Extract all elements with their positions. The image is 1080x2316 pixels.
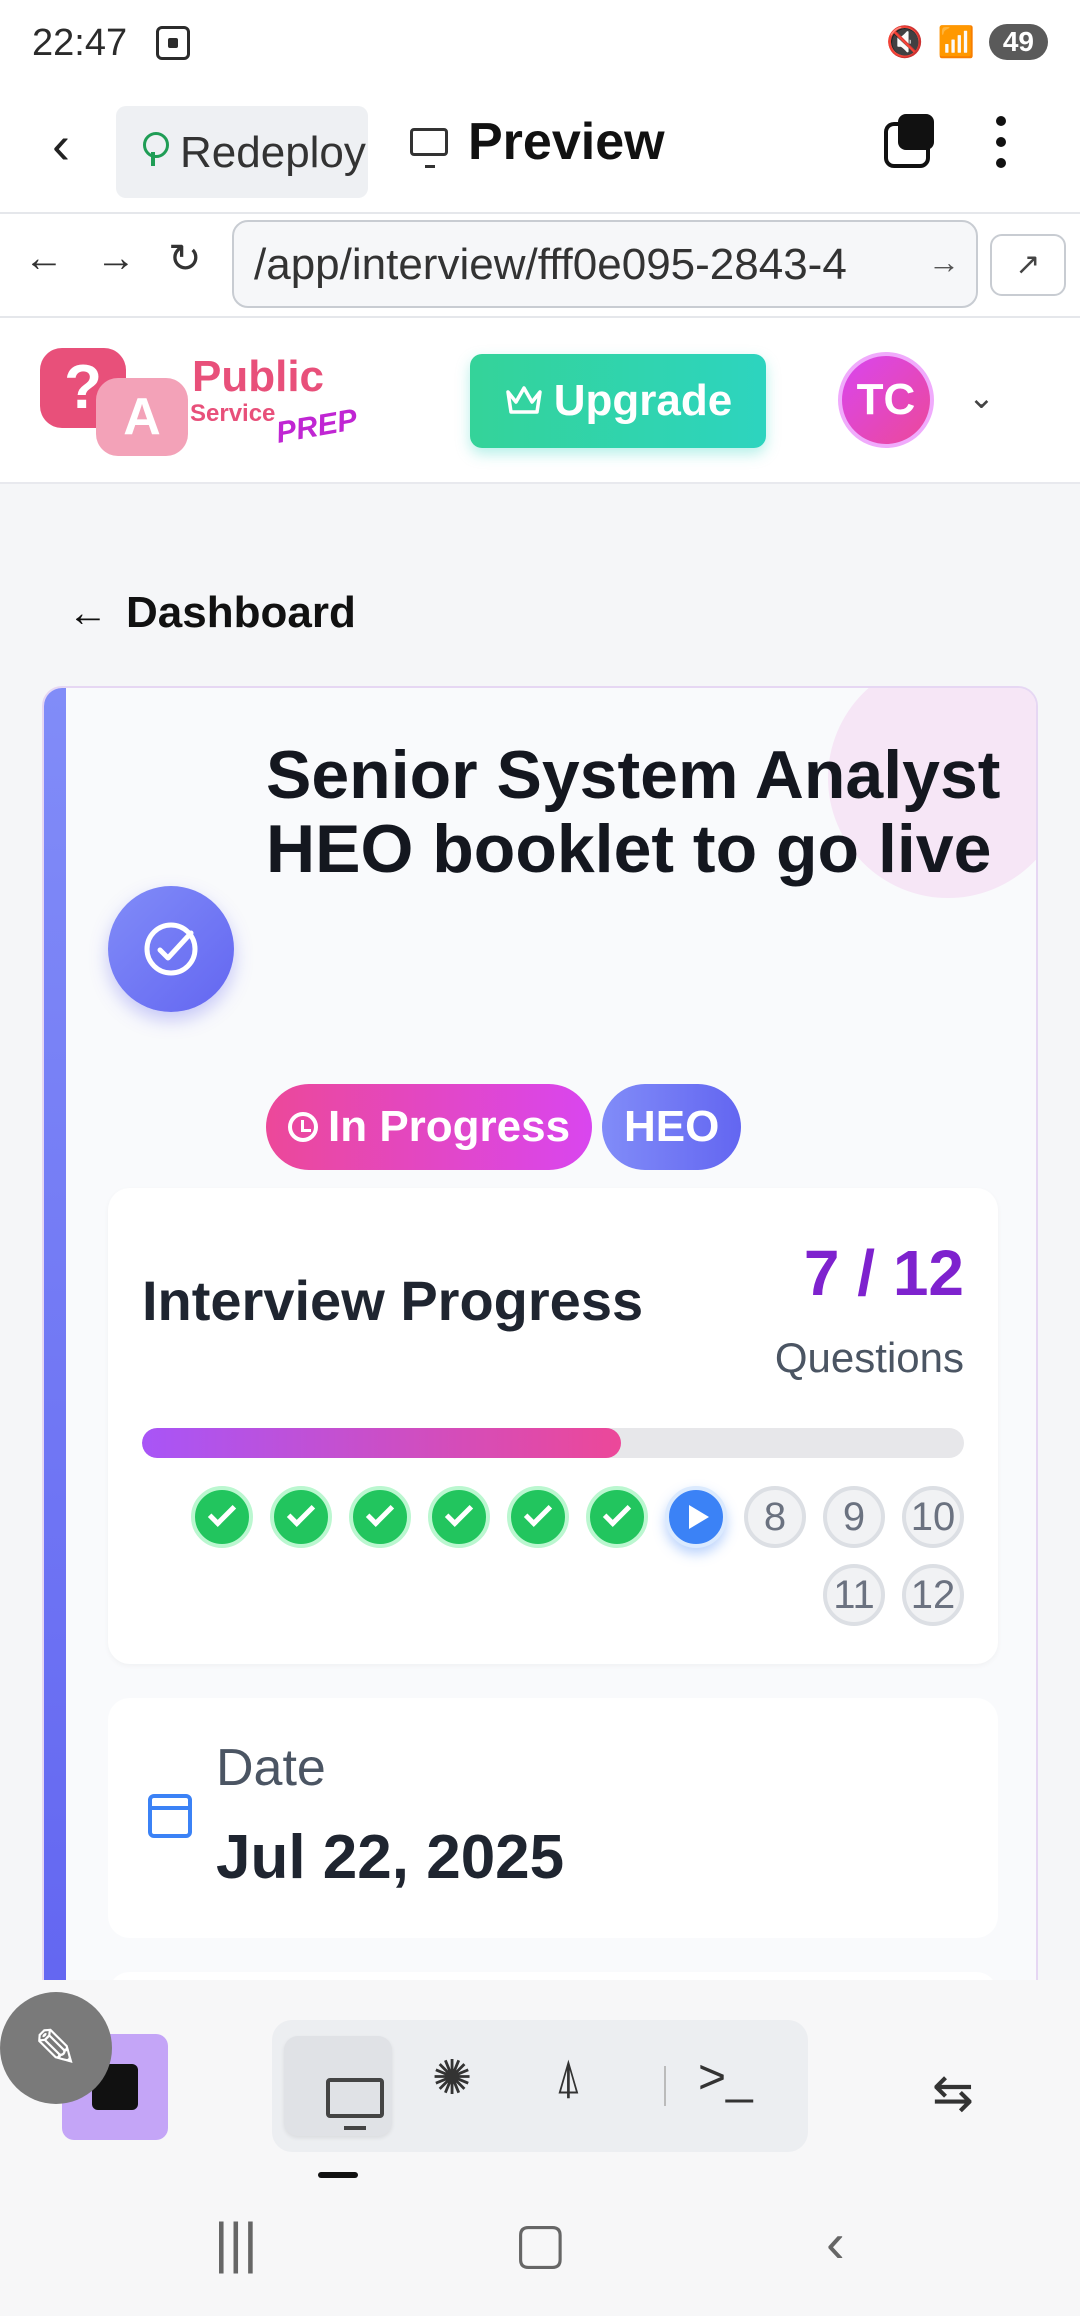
back-icon[interactable]: ‹ xyxy=(826,2210,845,2275)
check-icon xyxy=(444,1498,474,1527)
logo-word-service: Service xyxy=(190,400,276,427)
question-step-4[interactable] xyxy=(428,1486,490,1548)
grid-icon[interactable]: ✺ xyxy=(432,2050,472,2106)
preview-tab[interactable] xyxy=(284,2036,392,2136)
status-label: In Progress xyxy=(328,1102,571,1151)
question-step-8[interactable]: 8 xyxy=(744,1486,806,1548)
logo-word-prep: PREP xyxy=(273,403,360,450)
tabs-icon[interactable] xyxy=(884,114,934,168)
question-step-2[interactable] xyxy=(270,1486,332,1548)
battery-indicator: 49 xyxy=(988,24,1048,60)
monitor-icon xyxy=(410,128,448,168)
back-to-dashboard-link[interactable]: ← Dashboard xyxy=(68,588,356,638)
progress-bar xyxy=(142,1428,964,1458)
question-step-9[interactable]: 9 xyxy=(823,1486,885,1548)
screenshot-icon xyxy=(156,26,190,60)
card-accent-bar xyxy=(44,688,66,2004)
project-label: Redeploy xyxy=(180,128,366,177)
breadcrumb-label: Dashboard xyxy=(126,588,356,637)
progress-card: Interview Progress 7 / 12 Questions 8 9 10… xyxy=(108,1188,998,1664)
more-options-icon[interactable] xyxy=(996,116,1008,180)
play-icon xyxy=(689,1505,709,1529)
url-field[interactable]: /app/interview/fff0e095-2843-4 → xyxy=(232,220,978,308)
chevron-down-icon[interactable]: ⌄ xyxy=(968,378,995,416)
status-time: 22:47 xyxy=(32,22,128,64)
question-step-7[interactable] xyxy=(665,1486,727,1548)
check-icon xyxy=(523,1498,553,1527)
url-bar: ← → ↻ /app/interview/fff0e095-2843-4 → ↗ xyxy=(0,212,1080,318)
status-icons: 🔇 📶 49 xyxy=(886,24,1048,60)
nav-forward-icon[interactable]: → xyxy=(96,236,136,281)
edit-button[interactable]: ✎ xyxy=(0,1992,112,2104)
terminal-icon[interactable]: >_ xyxy=(698,2050,753,2105)
check-icon xyxy=(365,1498,395,1527)
pencil-icon: ✎ xyxy=(33,2018,79,2079)
progress-title: Interview Progress xyxy=(142,1269,644,1332)
tree-icon xyxy=(140,132,169,166)
date-card: Date Jul 22, 2025 xyxy=(108,1698,998,1938)
back-chevron-icon[interactable]: ‹ xyxy=(52,118,70,172)
status-bar: 22:47 🔇 📶 49 xyxy=(0,0,1080,92)
android-nav-bar: ||| ▢ ‹ xyxy=(0,2180,1080,2316)
question-step-11[interactable]: 11 xyxy=(823,1564,885,1626)
nav-back-icon[interactable]: ← xyxy=(24,236,64,281)
date-label: Date xyxy=(216,1739,326,1797)
progress-bar-fill xyxy=(142,1428,622,1458)
upgrade-button[interactable]: Upgrade xyxy=(470,354,766,448)
avatar[interactable]: TC xyxy=(838,352,934,448)
device-rotate-icon[interactable]: ⇆ xyxy=(932,2064,974,2122)
crown-icon xyxy=(506,386,542,414)
arrow-left-icon: ← xyxy=(68,590,108,635)
tree-icon[interactable]: ⍋ xyxy=(554,2050,583,2106)
clock-icon xyxy=(288,1112,318,1142)
wifi-icon: 📶 xyxy=(937,25,975,59)
check-icon xyxy=(286,1498,316,1527)
interview-card: Senior System Analyst HEO booklet to go … xyxy=(42,686,1038,2006)
home-icon[interactable]: ▢ xyxy=(514,2210,567,2276)
question-step-5[interactable] xyxy=(507,1486,569,1548)
question-step-12[interactable]: 12 xyxy=(902,1564,964,1626)
logo-word-public: Public xyxy=(192,352,325,401)
question-step-1[interactable] xyxy=(191,1486,253,1548)
browser-top-bar: ‹ Redeploy Preview xyxy=(0,92,1080,212)
check-circle-icon xyxy=(108,886,234,1012)
question-step-10[interactable]: 10 xyxy=(902,1486,964,1548)
view-switcher: ✺ ⍋ >_ xyxy=(272,2020,808,2152)
logo-bubble-a: A xyxy=(96,378,188,456)
monitor-icon xyxy=(326,2078,384,2130)
go-icon[interactable]: → xyxy=(928,244,960,281)
question-step-3[interactable] xyxy=(349,1486,411,1548)
progress-subtitle: Questions xyxy=(774,1334,964,1381)
url-text: /app/interview/fff0e095-2843-4 xyxy=(254,240,847,289)
calendar-icon xyxy=(148,1794,192,1838)
interview-title: Senior System Analyst HEO booklet to go … xyxy=(266,737,1001,887)
upgrade-label: Upgrade xyxy=(553,376,733,425)
check-icon xyxy=(602,1498,632,1527)
app-header: ? A Public Service PREP Upgrade TC ⌄ xyxy=(0,318,1080,484)
reload-icon[interactable]: ↻ xyxy=(168,236,202,282)
recents-icon[interactable]: ||| xyxy=(214,2210,258,2275)
open-external-icon[interactable]: ↗ xyxy=(990,234,1066,296)
grade-badge: HEO xyxy=(602,1084,742,1170)
progress-count: 7 / 12 xyxy=(803,1237,964,1309)
active-tab-indicator xyxy=(318,2172,358,2178)
preview-title: Preview xyxy=(468,113,665,171)
bottom-toolbar: ✎ ✺ ⍋ >_ xyxy=(0,1980,1080,2180)
date-value: Jul 22, 2025 xyxy=(216,1823,565,1892)
public-service-prep-logo[interactable]: ? A Public Service PREP xyxy=(40,348,360,458)
project-chip[interactable]: Redeploy xyxy=(116,106,368,198)
mute-icon: 🔇 xyxy=(886,25,924,59)
question-steps: 8 9 10 11 12 xyxy=(142,1486,964,1626)
question-step-6[interactable] xyxy=(586,1486,648,1548)
divider xyxy=(664,2066,666,2106)
check-icon xyxy=(207,1498,237,1527)
status-badge: In Progress xyxy=(266,1084,593,1170)
